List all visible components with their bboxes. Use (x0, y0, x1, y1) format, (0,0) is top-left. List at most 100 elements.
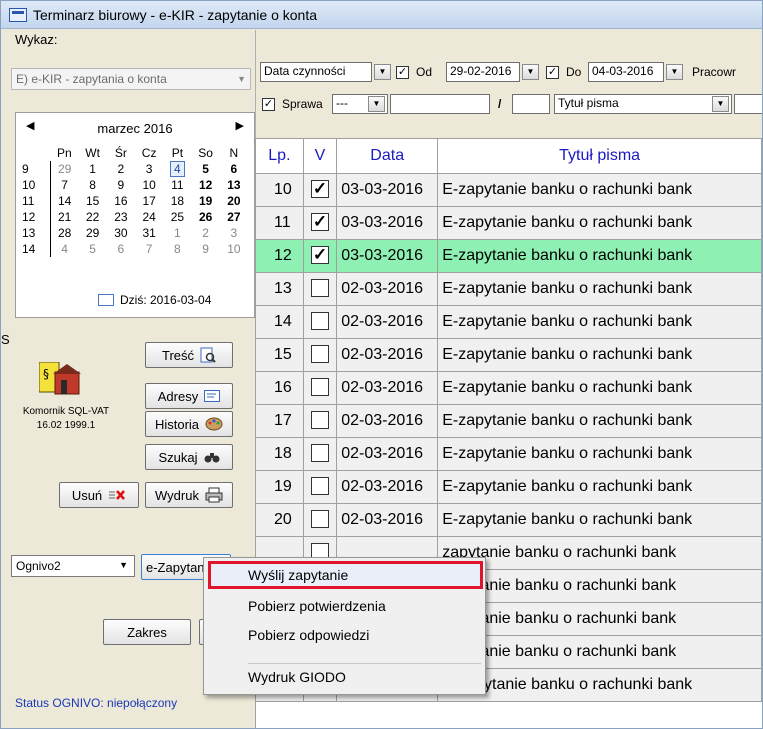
calendar-day[interactable]: 5 (192, 161, 220, 177)
row-checkbox-checked[interactable]: ✓ (311, 246, 329, 265)
calendar-day[interactable]: 3 (135, 161, 163, 177)
calendar-day[interactable]: 3 (220, 225, 248, 241)
table-row[interactable]: 17 02-03-2016 E-zapytanie banku o rachunki… (256, 404, 762, 438)
calendar-day[interactable]: 19 (192, 193, 220, 209)
column-header-lp[interactable]: Lp. (256, 139, 304, 174)
calendar-day[interactable]: 31 (135, 225, 163, 241)
calendar-day[interactable]: 17 (135, 193, 163, 209)
calendar-day[interactable]: 11 (163, 177, 191, 193)
calendar-day[interactable]: 22 (79, 209, 107, 225)
calendar-day[interactable]: 26 (192, 209, 220, 225)
calendar-day[interactable]: 8 (163, 241, 191, 257)
row-checkbox[interactable] (311, 312, 329, 331)
calendar-day[interactable]: 13 (220, 177, 248, 193)
column-header-title[interactable]: Tytuł pisma (437, 139, 762, 174)
chevron-down-icon[interactable]: ▼ (666, 64, 683, 80)
tytul-pisma-select[interactable]: Tytuł pisma (554, 94, 732, 114)
row-checkbox-checked[interactable]: ✓ (311, 180, 329, 199)
calendar-day[interactable]: 25 (163, 209, 191, 225)
row-checkbox[interactable] (311, 477, 329, 496)
table-row[interactable]: 11 ✓ 03-03-2016 E-zapytanie banku o rachunk… (256, 206, 762, 240)
calendar-day[interactable]: 15 (79, 193, 107, 209)
table-row[interactable]: 12 ✓ 03-03-2016 E-zapytanie banku o rachunk… (256, 239, 762, 273)
today-label: Dziś: 2016-03-04 (120, 293, 212, 307)
table-row[interactable]: 19 02-03-2016 E-zapytanie banku o rachunki… (256, 470, 762, 504)
szukaj-button[interactable]: Szukaj (145, 444, 233, 470)
menu-item-wyslij-zapytanie[interactable]: Wyślij zapytanie (248, 567, 348, 583)
do-checkbox[interactable]: ✓ (546, 66, 559, 79)
row-checkbox-checked[interactable]: ✓ (311, 213, 329, 232)
row-checkbox[interactable] (311, 345, 329, 364)
table-row[interactable]: 18 02-03-2016 E-zapytanie banku o rachunki… (256, 437, 762, 471)
sprawa-checkbox[interactable]: ✓ (262, 98, 275, 111)
column-header-v[interactable]: V (303, 139, 338, 174)
calendar-day[interactable]: 4 (50, 241, 78, 257)
calendar-day[interactable]: 5 (79, 241, 107, 257)
calendar-day[interactable]: 29 (50, 161, 78, 177)
chevron-down-icon[interactable]: ▼ (712, 96, 729, 112)
od-date-input[interactable]: 29-02-2016 (446, 62, 520, 82)
sprawa-year-input[interactable] (512, 94, 550, 114)
tytul-extra-input[interactable] (734, 94, 762, 114)
calendar-day[interactable]: 1 (163, 225, 191, 241)
calendar-day[interactable]: 9 (107, 177, 135, 193)
calendar-day[interactable]: 2 (192, 225, 220, 241)
calendar-day[interactable]: 10 (220, 241, 248, 257)
row-checkbox[interactable] (311, 378, 329, 397)
menu-item-pobierz-odpowiedzi[interactable]: Pobierz odpowiedzi (248, 627, 369, 643)
row-checkbox[interactable] (311, 510, 329, 529)
calendar-day[interactable]: 30 (107, 225, 135, 241)
zakres-button[interactable]: Zakres (103, 619, 191, 645)
do-date-input[interactable]: 04-03-2016 (588, 62, 664, 82)
calendar-day[interactable]: 6 (220, 161, 248, 177)
calendar-day[interactable]: 28 (50, 225, 78, 241)
column-header-data[interactable]: Data (336, 139, 439, 174)
historia-button[interactable]: Historia (145, 411, 233, 437)
today-link[interactable]: Dziś: 2016-03-04 (98, 293, 211, 307)
menu-item-pobierz-potwierdzenia[interactable]: Pobierz potwierdzenia (248, 598, 386, 614)
calendar-day[interactable]: 24 (135, 209, 163, 225)
calendar-day[interactable]: 2 (107, 161, 135, 177)
menu-item-wydruk-giodo[interactable]: Wydruk GIODO (248, 669, 346, 685)
wydruk-button[interactable]: Wydruk (145, 482, 233, 508)
row-checkbox[interactable] (311, 279, 329, 298)
table-row[interactable]: 14 02-03-2016 E-zapytanie banku o rachunki… (256, 305, 762, 339)
chevron-down-icon[interactable]: ▼ (368, 96, 385, 112)
calendar-day[interactable]: 14 (50, 193, 78, 209)
calendar-day[interactable]: 7 (135, 241, 163, 257)
table-row[interactable]: 20 02-03-2016 E-zapytanie banku o rachunki… (256, 503, 762, 537)
table-row[interactable]: 10 ✓ 03-03-2016 E-zapytanie banku o rachunk… (256, 173, 762, 207)
table-row[interactable]: 16 02-03-2016 E-zapytanie banku o rachunki… (256, 371, 762, 405)
calendar-day[interactable]: 1 (79, 161, 107, 177)
calendar-day[interactable]: 10 (135, 177, 163, 193)
tresc-button[interactable]: Treść (145, 342, 233, 368)
wykaz-select[interactable]: E) e-KIR - zapytania o konta ▼ (11, 68, 251, 90)
adresy-button[interactable]: Adresy (145, 383, 233, 409)
calendar-day[interactable]: 6 (107, 241, 135, 257)
ognivo-select[interactable]: Ognivo2 ▼ (11, 555, 135, 577)
table-row[interactable]: 15 02-03-2016 E-zapytanie banku o rachunki… (256, 338, 762, 372)
calendar-day[interactable]: 21 (50, 209, 78, 225)
usun-button[interactable]: Usuń (59, 482, 139, 508)
calendar-day[interactable]: 12 (192, 177, 220, 193)
calendar-day[interactable]: 7 (50, 177, 78, 193)
calendar-day[interactable]: 18 (163, 193, 191, 209)
calendar-day[interactable]: 9 (192, 241, 220, 257)
od-checkbox[interactable]: ✓ (396, 66, 409, 79)
calendar[interactable]: ◀ marzec 2016 ▶ Pn Wt Śr Cz Pt So N 9 29… (15, 112, 255, 318)
row-checkbox[interactable] (311, 444, 329, 463)
chevron-down-icon[interactable]: ▼ (522, 64, 539, 80)
calendar-day[interactable]: 16 (107, 193, 135, 209)
calendar-day[interactable]: 23 (107, 209, 135, 225)
table-row[interactable]: 13 02-03-2016 E-zapytanie banku o rachunki… (256, 272, 762, 306)
calendar-next-icon[interactable]: ▶ (236, 119, 244, 132)
row-checkbox[interactable] (311, 411, 329, 430)
calendar-day[interactable]: 20 (220, 193, 248, 209)
sprawa-number-input[interactable] (390, 94, 490, 114)
date-field-select[interactable]: Data czynności (260, 62, 372, 82)
calendar-day[interactable]: 27 (220, 209, 248, 225)
calendar-day-selected[interactable]: 4 (163, 161, 191, 177)
chevron-down-icon[interactable]: ▼ (374, 64, 391, 80)
calendar-day[interactable]: 29 (79, 225, 107, 241)
calendar-day[interactable]: 8 (79, 177, 107, 193)
